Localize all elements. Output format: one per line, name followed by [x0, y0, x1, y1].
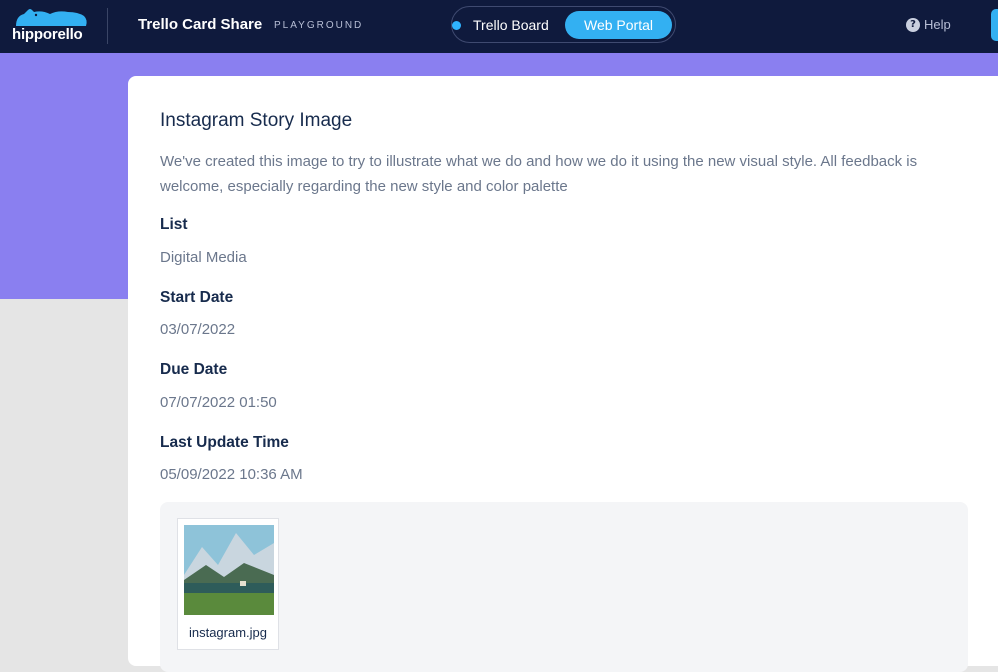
due-date-label: Due Date — [160, 361, 228, 378]
attachment-filename: instagram.jpg — [188, 625, 268, 640]
hippo-logo-icon — [16, 9, 87, 26]
app-title: Trello Card Share — [138, 16, 263, 33]
start-date-value: 03/07/2022 — [160, 321, 236, 338]
image-preview — [184, 525, 274, 615]
web-portal-tab[interactable]: Web Portal — [565, 11, 672, 39]
account-button[interactable] — [991, 9, 998, 41]
last-update-value: 05/09/2022 10:36 AM — [160, 466, 303, 483]
help-label: Help — [924, 17, 951, 32]
card-description: We've created this image to try to illus… — [160, 153, 918, 195]
list-field-label: List — [160, 216, 188, 233]
app-subtitle: PLAYGROUND — [274, 20, 364, 31]
card-details-panel: Instagram Story Image We've created this… — [128, 76, 998, 672]
start-date-label: Start Date — [160, 289, 234, 306]
view-toggle: Trello Board Web Portal — [451, 6, 676, 43]
top-navbar: hipporello Trello Card Share PLAYGROUND … — [0, 0, 998, 53]
help-circle-icon: ? — [906, 17, 920, 32]
trello-board-tab[interactable]: Trello Board — [473, 17, 549, 33]
help-link[interactable]: ? Help — [906, 17, 951, 32]
last-update-label: Last Update Time — [160, 434, 289, 451]
status-dot-icon — [452, 21, 461, 30]
attachment-thumbnail[interactable]: instagram.jpg — [177, 518, 279, 650]
hippo-logo[interactable]: hipporello — [10, 6, 90, 46]
due-date-value: 07/07/2022 01:50 — [160, 394, 277, 411]
logo-wordmark: hipporello — [12, 26, 83, 43]
header-divider — [107, 8, 108, 44]
list-field-value: Digital Media — [160, 249, 247, 266]
attachments-area: instagram.jpg — [160, 502, 968, 672]
card-title: Instagram Story Image — [160, 110, 353, 131]
